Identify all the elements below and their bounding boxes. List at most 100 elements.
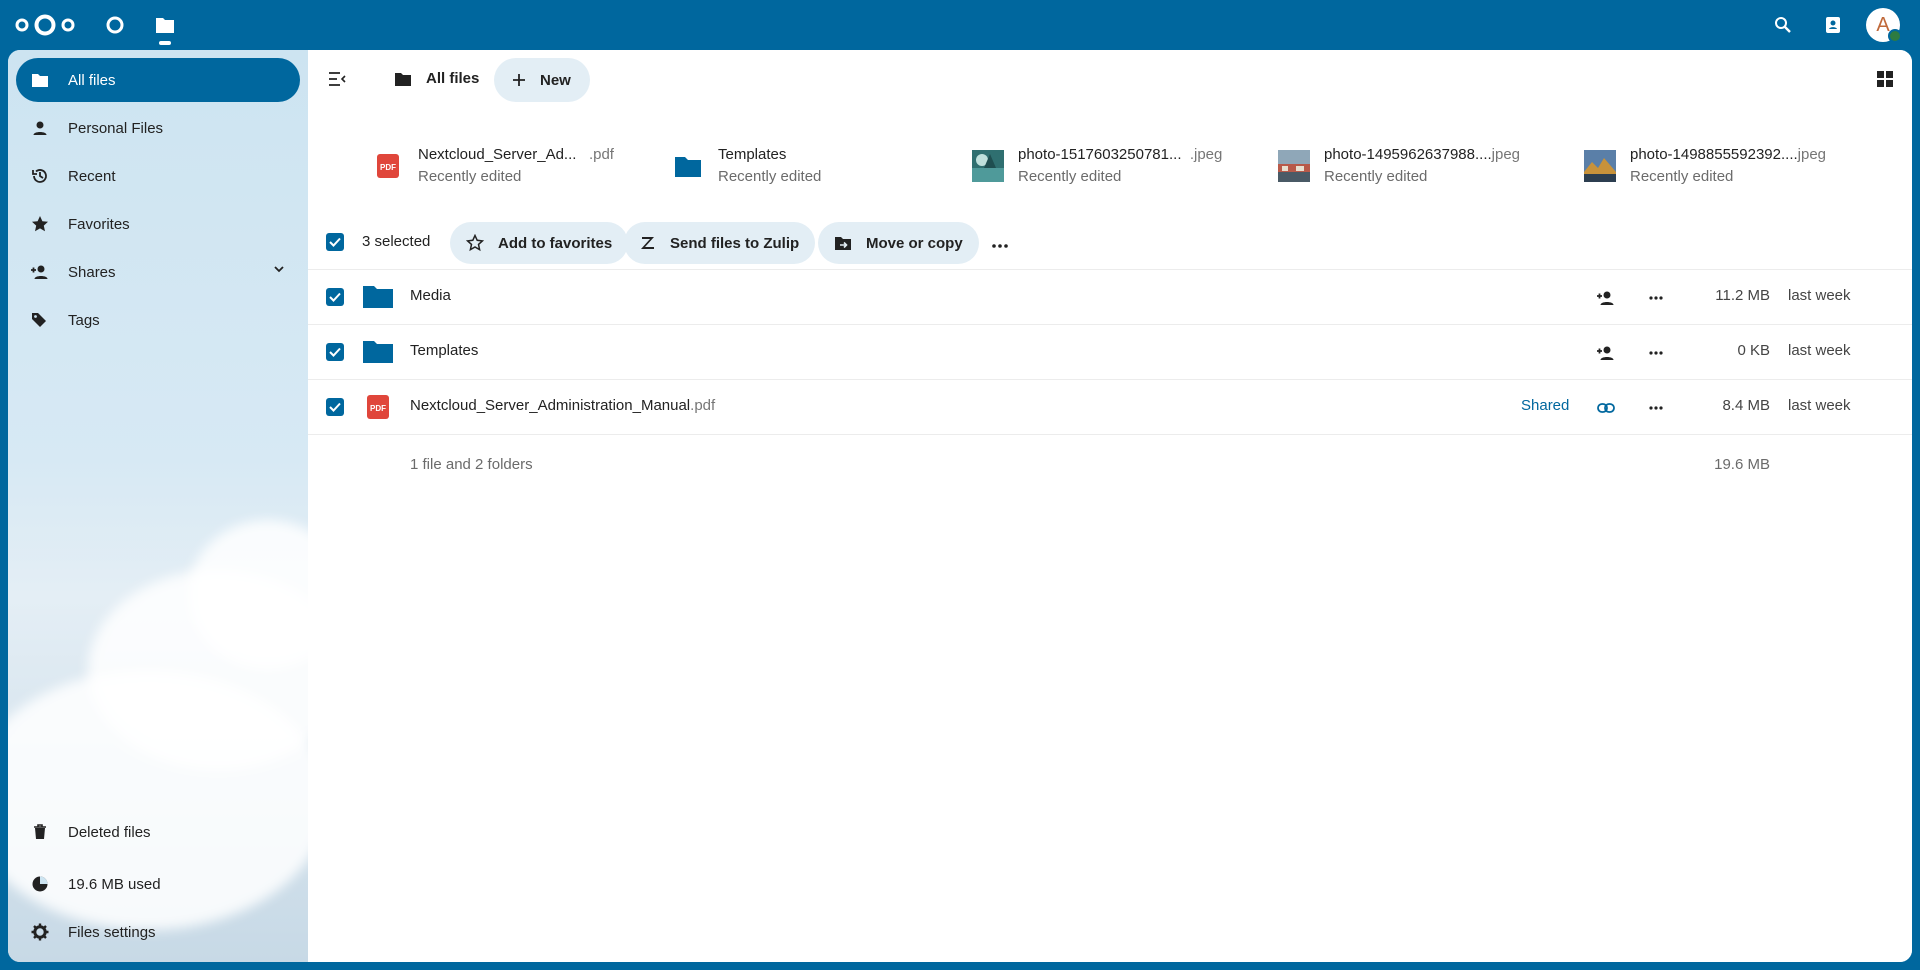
sidebar: All files Personal Files Recent Favorite…	[8, 50, 308, 962]
photo-thumbnail	[972, 150, 1004, 182]
row-checkbox[interactable]	[326, 343, 344, 361]
sidebar-item-label: Favorites	[68, 215, 130, 233]
file-size: 8.4 MB	[1722, 397, 1770, 414]
tag-icon	[30, 310, 50, 330]
more-actions-button[interactable]	[982, 222, 1018, 264]
recent-file-ext: .pdf	[588, 146, 614, 163]
history-icon	[30, 166, 50, 186]
table-row[interactable]: Templates 0 KB last week	[308, 325, 1912, 380]
pie-chart-icon	[30, 874, 50, 894]
button-label: Add to favorites	[498, 234, 613, 252]
select-all-checkbox[interactable]	[326, 233, 344, 251]
breadcrumb[interactable]: All files	[394, 70, 479, 87]
recent-file-card[interactable]: photo-1498855592392....jpeg Recently edi…	[1584, 144, 1826, 188]
recent-file-name: photo-1498855592392....	[1630, 146, 1798, 163]
recent-file-card[interactable]: Templates Recently edited	[672, 144, 821, 188]
recent-file-status: Recently edited	[1630, 168, 1734, 185]
sidebar-item-tags[interactable]: Tags	[16, 298, 300, 342]
file-name[interactable]: Nextcloud_Server_Administration_Manual.p…	[410, 397, 715, 414]
new-label: New	[540, 71, 571, 89]
add-to-favorites-button[interactable]: Add to favorites	[450, 222, 629, 264]
star-outline-icon	[466, 234, 484, 252]
selection-count: 3 selected	[362, 233, 431, 250]
folder-move-icon	[834, 235, 852, 251]
recent-file-ext: jpeg	[1491, 146, 1521, 163]
move-or-copy-button[interactable]: Move or copy	[818, 222, 979, 264]
grid-view-button[interactable]	[1876, 70, 1894, 92]
folder-icon	[30, 70, 50, 90]
sidebar-item-files-settings[interactable]: Files settings	[16, 910, 300, 954]
breadcrumb-label: All files	[426, 70, 480, 87]
storage-quota[interactable]: 19.6 MB used	[16, 862, 300, 906]
share-icon[interactable]	[1592, 284, 1620, 312]
toggle-sidebar-button[interactable]	[328, 72, 346, 90]
sidebar-item-label: Recent	[68, 167, 116, 185]
recent-file-status: Recently edited	[718, 168, 822, 185]
sidebar-item-favorites[interactable]: Favorites	[16, 202, 300, 246]
share-icon[interactable]	[1592, 339, 1620, 367]
recent-file-ext: jpeg	[1797, 146, 1827, 163]
file-content: All files New PDF Nextcloud_Server_Ad...…	[308, 50, 1912, 962]
pdf-icon: PDF	[366, 394, 390, 425]
more-horizontal-icon	[992, 235, 1008, 252]
sidebar-item-all-files[interactable]: All files	[16, 58, 300, 102]
folder-icon	[394, 71, 412, 87]
file-size: 11.2 MB	[1715, 287, 1770, 304]
more-horizontal-icon[interactable]	[1642, 339, 1670, 367]
more-horizontal-icon[interactable]	[1642, 394, 1670, 422]
send-to-zulip-button[interactable]: Send files to Zulip	[624, 222, 816, 264]
file-ext: .pdf	[690, 397, 716, 414]
app-frame: All files Personal Files Recent Favorite…	[8, 50, 1912, 962]
table-row[interactable]: PDF Nextcloud_Server_Administration_Manu…	[308, 380, 1912, 435]
file-modified: last week	[1788, 287, 1851, 304]
recent-file-name: Templates	[718, 146, 787, 163]
recent-file-card[interactable]: photo-1517603250781... .jpeg Recently ed…	[972, 144, 1222, 188]
status-indicator	[1888, 29, 1902, 43]
file-modified: last week	[1788, 342, 1851, 359]
star-icon	[30, 214, 50, 234]
recent-file-status: Recently edited	[1018, 168, 1122, 185]
selection-toolbar: 3 selected Add to favorites Send files t…	[308, 216, 1912, 268]
folder-icon	[672, 150, 704, 182]
folder-icon	[362, 283, 394, 314]
top-header: A	[0, 0, 1920, 50]
file-count-summary: 1 file and 2 folders	[410, 456, 533, 473]
shared-label[interactable]: Shared	[1521, 397, 1569, 414]
file-size: 0 KB	[1737, 342, 1770, 359]
person-icon	[30, 118, 50, 138]
sidebar-item-label: Shares	[68, 263, 116, 281]
sidebar-item-shares[interactable]: Shares	[16, 250, 300, 294]
quota-label: 19.6 MB used	[68, 875, 161, 893]
chevron-down-icon[interactable]	[272, 262, 286, 280]
photo-thumbnail	[1584, 150, 1616, 182]
sidebar-item-deleted-files[interactable]: Deleted files	[16, 810, 300, 854]
file-basename: Nextcloud_Server_Administration_Manual	[410, 397, 691, 414]
contacts-icon[interactable]	[1819, 11, 1847, 39]
link-icon[interactable]	[1592, 394, 1620, 422]
grid-view-icon	[1876, 70, 1894, 92]
nextcloud-logo[interactable]	[14, 13, 76, 37]
new-button[interactable]: New	[494, 58, 590, 102]
recent-file-name: photo-1495962637988....	[1324, 146, 1492, 163]
file-name[interactable]: Media	[410, 287, 451, 304]
table-row[interactable]: Media 11.2 MB last week	[308, 270, 1912, 325]
photo-thumbnail	[1278, 150, 1310, 182]
dashboard-icon[interactable]	[102, 12, 128, 38]
row-checkbox[interactable]	[326, 398, 344, 416]
svg-text:PDF: PDF	[370, 404, 386, 413]
files-icon[interactable]	[152, 12, 178, 38]
file-name[interactable]: Templates	[410, 342, 478, 359]
sidebar-item-personal-files[interactable]: Personal Files	[16, 106, 300, 150]
search-icon[interactable]	[1769, 11, 1797, 39]
zulip-icon	[640, 235, 656, 251]
row-checkbox[interactable]	[326, 288, 344, 306]
active-app-indicator	[159, 41, 171, 45]
recent-file-card[interactable]: PDF Nextcloud_Server_Ad... .pdf Recently…	[372, 144, 614, 188]
sidebar-item-label: Tags	[68, 311, 100, 329]
sidebar-item-recent[interactable]: Recent	[16, 154, 300, 198]
recent-file-card[interactable]: photo-1495962637988....jpeg Recently edi…	[1278, 144, 1520, 188]
folder-icon	[362, 338, 394, 369]
share-icon	[30, 262, 50, 282]
more-horizontal-icon[interactable]	[1642, 284, 1670, 312]
sidebar-item-label: All files	[68, 71, 116, 89]
